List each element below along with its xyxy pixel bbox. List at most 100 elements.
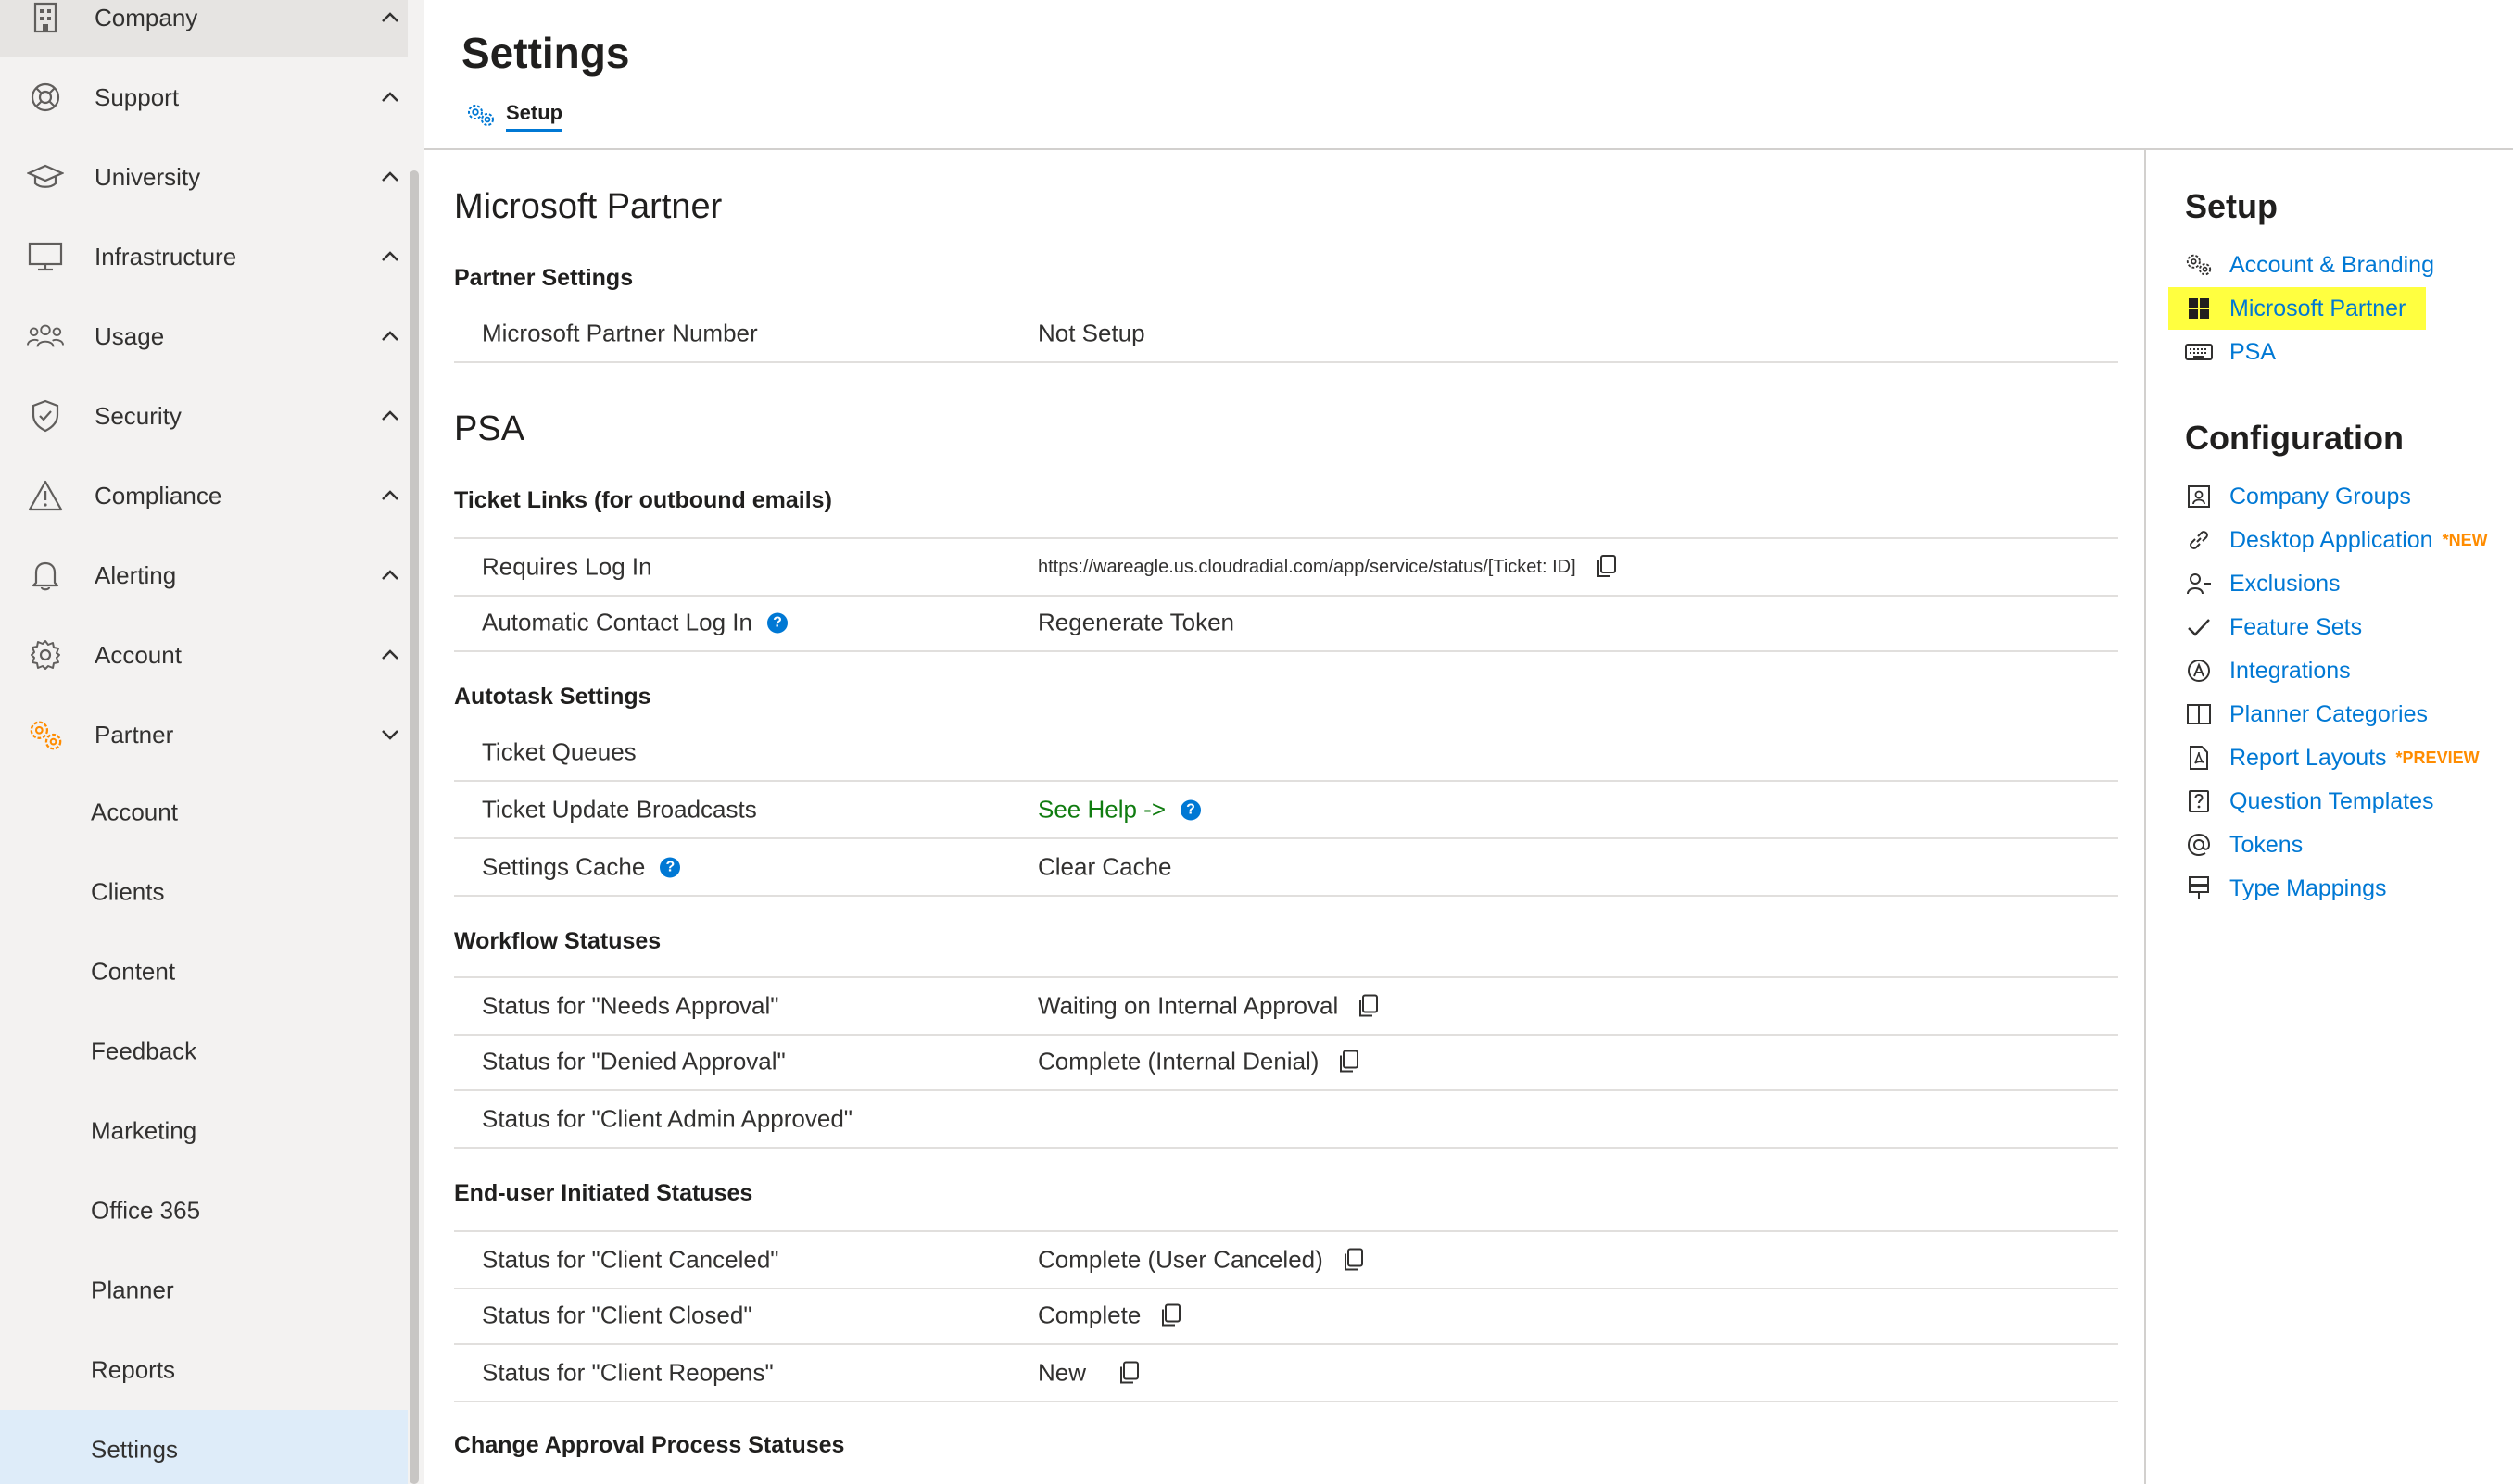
link-label: Desktop Application [2229,526,2433,553]
help-icon[interactable]: ? [660,857,681,877]
nav-item-support[interactable]: Support [0,57,408,137]
chevron-up-icon[interactable] [378,563,402,587]
sidebar-item-office-365[interactable]: Office 365 [0,1171,408,1251]
graduation-cap-icon [27,158,64,195]
row-value: Complete (User Canceled) [1038,1245,1323,1274]
link-psa[interactable]: PSA [2185,333,2276,371]
nav-label: Content [91,957,176,986]
sidebar-item-settings[interactable]: Settings [0,1410,408,1484]
at-sign-icon [2185,831,2213,859]
warning-icon [27,477,64,514]
sidebar-item-reports[interactable]: Reports [0,1330,408,1410]
row-label: Status for "Client Reopens" [482,1358,774,1387]
row-label: Requires Log In [482,552,652,581]
link-planner-categories[interactable]: Planner Categories [2185,696,2428,733]
sidebar-item-account[interactable]: Account [0,773,408,852]
row-label: Automatic Contact Log In [482,608,752,636]
chevron-up-icon[interactable] [378,324,402,348]
nav-label: Planner [91,1276,174,1304]
link-type-mappings[interactable]: Type Mappings [2185,870,2387,907]
chevron-down-icon[interactable] [378,723,402,747]
row-settings-cache: Settings Cache ? Clear Cache [454,839,2118,897]
chevron-up-icon[interactable] [378,85,402,109]
link-exclusions[interactable]: Exclusions [2185,565,2341,602]
bell-icon [27,557,64,594]
row-needs-approval[interactable]: Status for "Needs Approval" Waiting on I… [454,976,2118,1036]
nav-item-university[interactable]: University [0,137,408,217]
chevron-up-icon[interactable] [378,404,402,428]
sidebar-item-marketing[interactable]: Marketing [0,1091,408,1171]
nav-item-usage[interactable]: Usage [0,296,408,376]
help-icon[interactable]: ? [766,612,788,633]
row-client-reopens[interactable]: Status for "Client Reopens" New [454,1345,2118,1402]
row-label-container: Settings Cache ? [482,853,681,882]
windows-logo-icon [2185,295,2213,322]
gear-icon [27,636,64,673]
sidebar-item-planner[interactable]: Planner [0,1251,408,1330]
link-account-branding[interactable]: Account & Branding [2185,246,2434,283]
nav-item-account[interactable]: Account [0,615,408,695]
copy-icon[interactable] [1118,1360,1142,1386]
configuration-heading: Configuration [2185,419,2404,457]
chevron-up-icon[interactable] [378,245,402,269]
sidebar-item-content[interactable]: Content [0,932,408,1012]
chevron-up-icon[interactable] [378,484,402,508]
see-help-link[interactable]: See Help -> [1038,796,1166,824]
row-denied-approval[interactable]: Status for "Denied Approval" Complete (I… [454,1034,2118,1091]
person-minus-icon [2185,570,2213,597]
link-label: Tokens [2229,831,2304,858]
nav-item-company[interactable]: Company [0,0,408,57]
nav-label: Feedback [91,1037,197,1065]
chevron-up-icon[interactable] [378,643,402,667]
copy-icon[interactable] [1337,1049,1361,1075]
row-value: Not Setup [1038,319,1145,347]
nav-label: Infrastructure [95,242,237,270]
link-desktop-application[interactable]: Desktop Application *NEW [2185,522,2488,559]
chevron-up-icon[interactable] [378,6,402,30]
copy-icon[interactable] [1357,993,1381,1019]
row-client-admin-approved[interactable]: Status for "Client Admin Approved" [454,1091,2118,1149]
nav-item-partner[interactable]: Partner [0,695,408,774]
subsection-change-approval-statuses: Change Approval Process Statuses [454,1432,845,1458]
regenerate-token-link[interactable]: Regenerate Token [1038,609,1234,637]
row-client-canceled[interactable]: Status for "Client Canceled" Complete (U… [454,1230,2118,1289]
link-microsoft-partner[interactable]: Microsoft Partner [2185,290,2406,327]
link-integrations[interactable]: Integrations [2185,652,2351,689]
row-label-container: Automatic Contact Log In ? [482,609,788,637]
main-content: Microsoft Partner Partner Settings Micro… [424,150,2142,1484]
sidebar-item-clients[interactable]: Clients [0,852,408,932]
row-ticket-update-broadcasts: Ticket Update Broadcasts See Help -> ? [454,782,2118,839]
link-report-layouts[interactable]: Report Layouts *PREVIEW [2185,739,2480,776]
copy-icon[interactable] [1595,554,1619,580]
building-icon [27,0,64,36]
row-label: Microsoft Partner Number [482,319,758,347]
row-ticket-queues[interactable]: Ticket Queues [454,724,2118,782]
pdf-document-icon [2185,744,2213,772]
copy-icon[interactable] [1342,1247,1366,1273]
tab-setup[interactable]: Setup [465,98,563,135]
row-label: Status for "Needs Approval" [482,991,779,1020]
nav-label: Company [95,3,198,31]
help-icon[interactable]: ? [1181,799,1202,820]
link-company-groups[interactable]: Company Groups [2185,478,2411,515]
nav-item-compliance[interactable]: Compliance [0,456,408,535]
nav-item-infrastructure[interactable]: Infrastructure [0,217,408,296]
sidebar-item-feedback[interactable]: Feedback [0,1012,408,1091]
row-client-closed[interactable]: Status for "Client Closed" Complete [454,1288,2118,1345]
clear-cache-link[interactable]: Clear Cache [1038,853,1172,882]
link-tokens[interactable]: Tokens [2185,826,2303,863]
link-question-templates[interactable]: Question Templates [2185,783,2434,820]
app-circle-icon [2185,657,2213,685]
nav-item-alerting[interactable]: Alerting [0,535,408,615]
chevron-up-icon[interactable] [378,165,402,189]
nav-label: University [95,162,201,191]
nav-item-security[interactable]: Security [0,376,408,456]
copy-icon[interactable] [1159,1302,1183,1328]
sidebar-scrollbar[interactable] [410,170,419,1484]
row-value-container: See Help -> ? [1038,796,1202,824]
gears-icon [2185,251,2213,279]
subsection-workflow-statuses: Workflow Statuses [454,928,662,954]
subsection-ticket-links: Ticket Links (for outbound emails) [454,487,832,513]
nav-label: Settings [91,1435,178,1464]
link-feature-sets[interactable]: Feature Sets [2185,609,2362,646]
